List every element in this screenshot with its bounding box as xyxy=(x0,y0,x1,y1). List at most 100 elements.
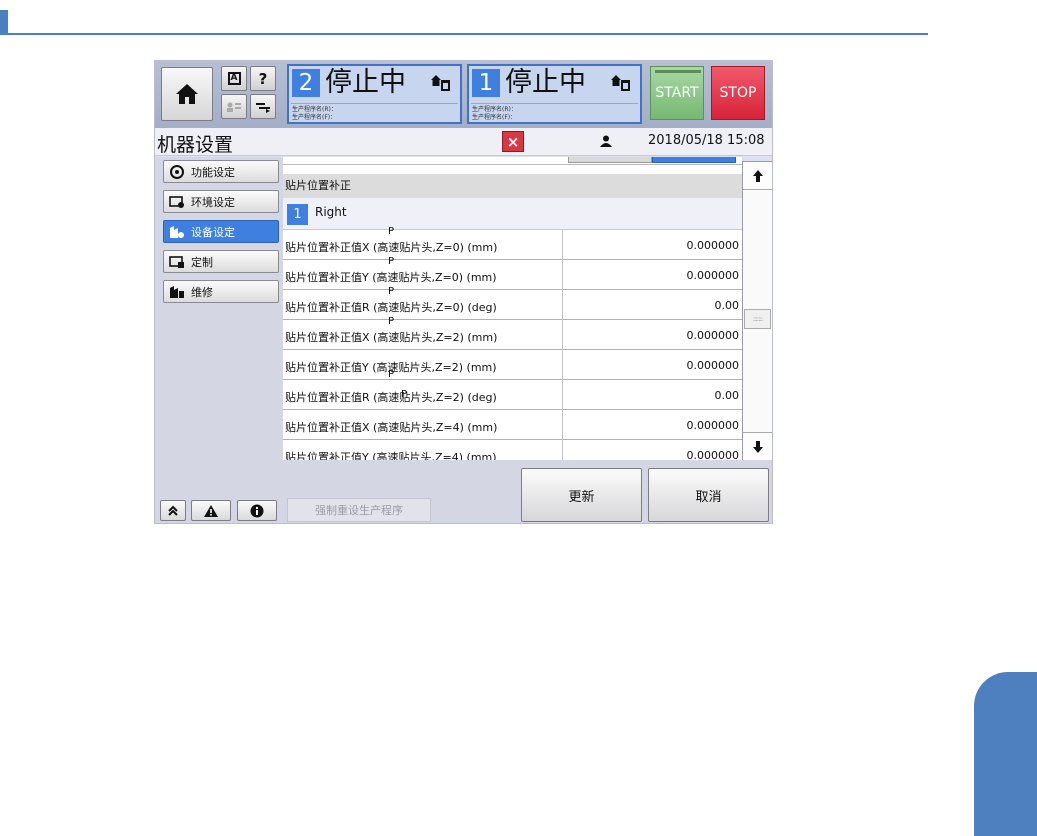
origin-clipboard-icon xyxy=(431,75,450,91)
vertical-scrollbar[interactable]: ::::::: xyxy=(742,161,772,460)
home-icon xyxy=(176,84,198,104)
stop-label: STOP xyxy=(719,85,757,101)
arrow-down-icon xyxy=(752,440,763,453)
head-label: Right xyxy=(315,205,347,219)
station-2-panel[interactable]: 2 停止中 生产程序名(R)： 生产程序名(F)： xyxy=(287,64,462,124)
update-button[interactable]: 更新 xyxy=(521,468,642,522)
nav-item-function-settings[interactable]: 功能设定 xyxy=(163,160,279,183)
conveyor-icon xyxy=(256,102,270,113)
warning-button[interactable] xyxy=(191,500,231,521)
machine-screen: A ? 2 停止中 生产程序名(R)： 生产程序名(F)： 1 停止中 生产程序… xyxy=(154,60,773,524)
help-button[interactable]: ? xyxy=(250,66,276,91)
collapse-button[interactable] xyxy=(160,500,186,521)
page-header xyxy=(0,0,928,36)
scroll-thumb[interactable]: ::::::: xyxy=(744,309,771,329)
row-label: 贴片位置补正值X (高速贴片头,Z=0) (mm) xyxy=(285,241,498,254)
row-value[interactable]: 0.000000 xyxy=(687,449,740,460)
nav-item-environment-settings[interactable]: 环境设定 xyxy=(163,190,279,213)
top-bar: A ? 2 停止中 生产程序名(R)： 生产程序名(F)： 1 停止中 生产程序… xyxy=(155,61,772,128)
program-name-f: 生产程序名(F)： xyxy=(292,114,337,121)
close-icon: × xyxy=(506,132,520,151)
row-value[interactable]: 0.000000 xyxy=(687,419,740,432)
column-divider xyxy=(562,350,563,380)
origin-clipboard-icon xyxy=(611,75,630,91)
header-rule xyxy=(0,33,928,35)
start-label: START xyxy=(655,85,699,101)
row-label: 贴片位置补正值Y (高速贴片头,Z=2) (mm) xyxy=(285,361,497,374)
operator-button[interactable] xyxy=(221,94,247,119)
home-button[interactable] xyxy=(161,67,213,121)
row-value[interactable]: 0.000000 xyxy=(687,359,740,372)
toggle-off-segment[interactable] xyxy=(568,157,652,163)
row-label: 贴片位置补正值X (高速贴片头,Z=2) (mm) xyxy=(285,331,498,344)
stop-button[interactable]: STOP xyxy=(711,66,765,120)
manual-page: A ? 2 停止中 生产程序名(R)： 生产程序名(F)： 1 停止中 生产程序… xyxy=(0,0,1037,836)
station-1-panel[interactable]: 1 停止中 生产程序名(R)： 生产程序名(F)： xyxy=(467,64,642,124)
start-button[interactable]: START xyxy=(650,66,704,120)
warning-icon xyxy=(204,504,218,517)
start-indicator-bar xyxy=(655,70,701,73)
cancel-button[interactable]: 取消 xyxy=(648,468,769,522)
nav-item-maintenance[interactable]: 维修 xyxy=(163,280,279,303)
nav-item-device-settings[interactable]: 设备设定 xyxy=(163,220,279,243)
column-divider xyxy=(562,410,563,440)
row-value[interactable]: 0.000000 xyxy=(687,239,740,252)
row-label: 贴片位置补正值R (高速贴片头,Z=0) (deg) xyxy=(285,301,497,314)
close-button[interactable]: × xyxy=(502,131,524,152)
row-label: 贴片位置补正值Y (高速贴片头,Z=4) (mm) xyxy=(285,451,497,460)
settings-nav: 功能设定 环境设定 设备设定 定制 维修 xyxy=(155,157,283,523)
program-name-r: 生产程序名(R)： xyxy=(472,106,517,113)
help-icon: ? xyxy=(258,69,268,88)
row-value[interactable]: 0.000000 xyxy=(687,269,740,282)
table-row[interactable]: P 贴片位置补正值R (高速贴片头,Z=2) (deg) 0.00 xyxy=(283,380,742,410)
user-icon xyxy=(600,135,612,147)
station-number: 2 xyxy=(292,69,320,97)
station-number: 1 xyxy=(472,69,500,97)
info-button[interactable] xyxy=(237,500,277,521)
bottom-action-bar: 强制重设生产程序 更新 取消 xyxy=(283,460,772,523)
column-divider xyxy=(562,440,563,460)
pointer-marker: P xyxy=(388,316,395,327)
table-row[interactable]: 贴片位置补正值Y (高速贴片头,Z=4) (mm) 0.000000 xyxy=(283,440,742,460)
pointer-marker: P xyxy=(388,226,395,237)
nav-item-customize[interactable]: 定制 xyxy=(163,250,279,273)
function-settings-icon xyxy=(169,164,185,179)
settings-table: 贴片位置补正 1 Right P 贴片位置补正值X (高速贴片头,Z=0) (m… xyxy=(283,157,742,460)
head-selector-row: 1 Right xyxy=(283,198,742,230)
station-status: 停止中 xyxy=(505,67,586,98)
auto-mode-icon: A xyxy=(227,72,241,85)
program-names: 生产程序名(R)： 生产程序名(F)： xyxy=(291,103,458,122)
auto-mode-button[interactable]: A xyxy=(221,66,247,91)
row-value[interactable]: 0.000000 xyxy=(687,329,740,342)
customize-icon xyxy=(169,255,185,269)
partial-row xyxy=(283,157,742,165)
header-accent-tab xyxy=(0,10,8,34)
program-name-r: 生产程序名(R)： xyxy=(292,106,337,113)
row-value[interactable]: 0.00 xyxy=(715,299,740,312)
operator-icon xyxy=(227,102,241,112)
nav-item-label: 设备设定 xyxy=(191,225,235,239)
table-row[interactable]: P 贴片位置补正值X (高速贴片头,Z=0) (mm) 0.000000 xyxy=(283,226,742,260)
column-divider xyxy=(562,380,563,410)
transfer-button[interactable] xyxy=(250,94,276,119)
toggle-on-segment[interactable] xyxy=(652,157,736,163)
device-settings-icon xyxy=(169,225,185,239)
pointer-marker: P xyxy=(388,256,395,267)
head-number-badge: 1 xyxy=(287,204,308,225)
row-label: 贴片位置补正值Y (高速贴片头,Z=0) (mm) xyxy=(285,271,497,284)
table-row[interactable]: P 贴片位置补正值R (高速贴片头,Z=0) (deg) 0.00 xyxy=(283,286,742,320)
column-divider xyxy=(562,230,563,260)
column-divider xyxy=(562,320,563,350)
table-row[interactable]: P 贴片位置补正值Y (高速贴片头,Z=2) (mm) 0.000000 xyxy=(283,350,742,380)
section-title: 贴片位置补正 xyxy=(283,174,742,198)
table-row[interactable]: P 贴片位置补正值X (高速贴片头,Z=2) (mm) 0.000000 xyxy=(283,316,742,350)
table-row[interactable]: P 贴片位置补正值Y (高速贴片头,Z=0) (mm) 0.000000 xyxy=(283,256,742,290)
table-row[interactable]: 贴片位置补正值X (高速贴片头,Z=4) (mm) 0.000000 xyxy=(283,410,742,440)
title-bar: 机器设置 × 2018/05/18 15:08 xyxy=(155,128,772,156)
nav-item-label: 定制 xyxy=(191,255,213,269)
force-reset-program-button[interactable]: 强制重设生产程序 xyxy=(287,498,431,522)
column-divider xyxy=(562,260,563,290)
scroll-up-button[interactable] xyxy=(743,162,772,190)
scroll-down-button[interactable] xyxy=(743,432,772,460)
row-value[interactable]: 0.00 xyxy=(715,389,740,402)
